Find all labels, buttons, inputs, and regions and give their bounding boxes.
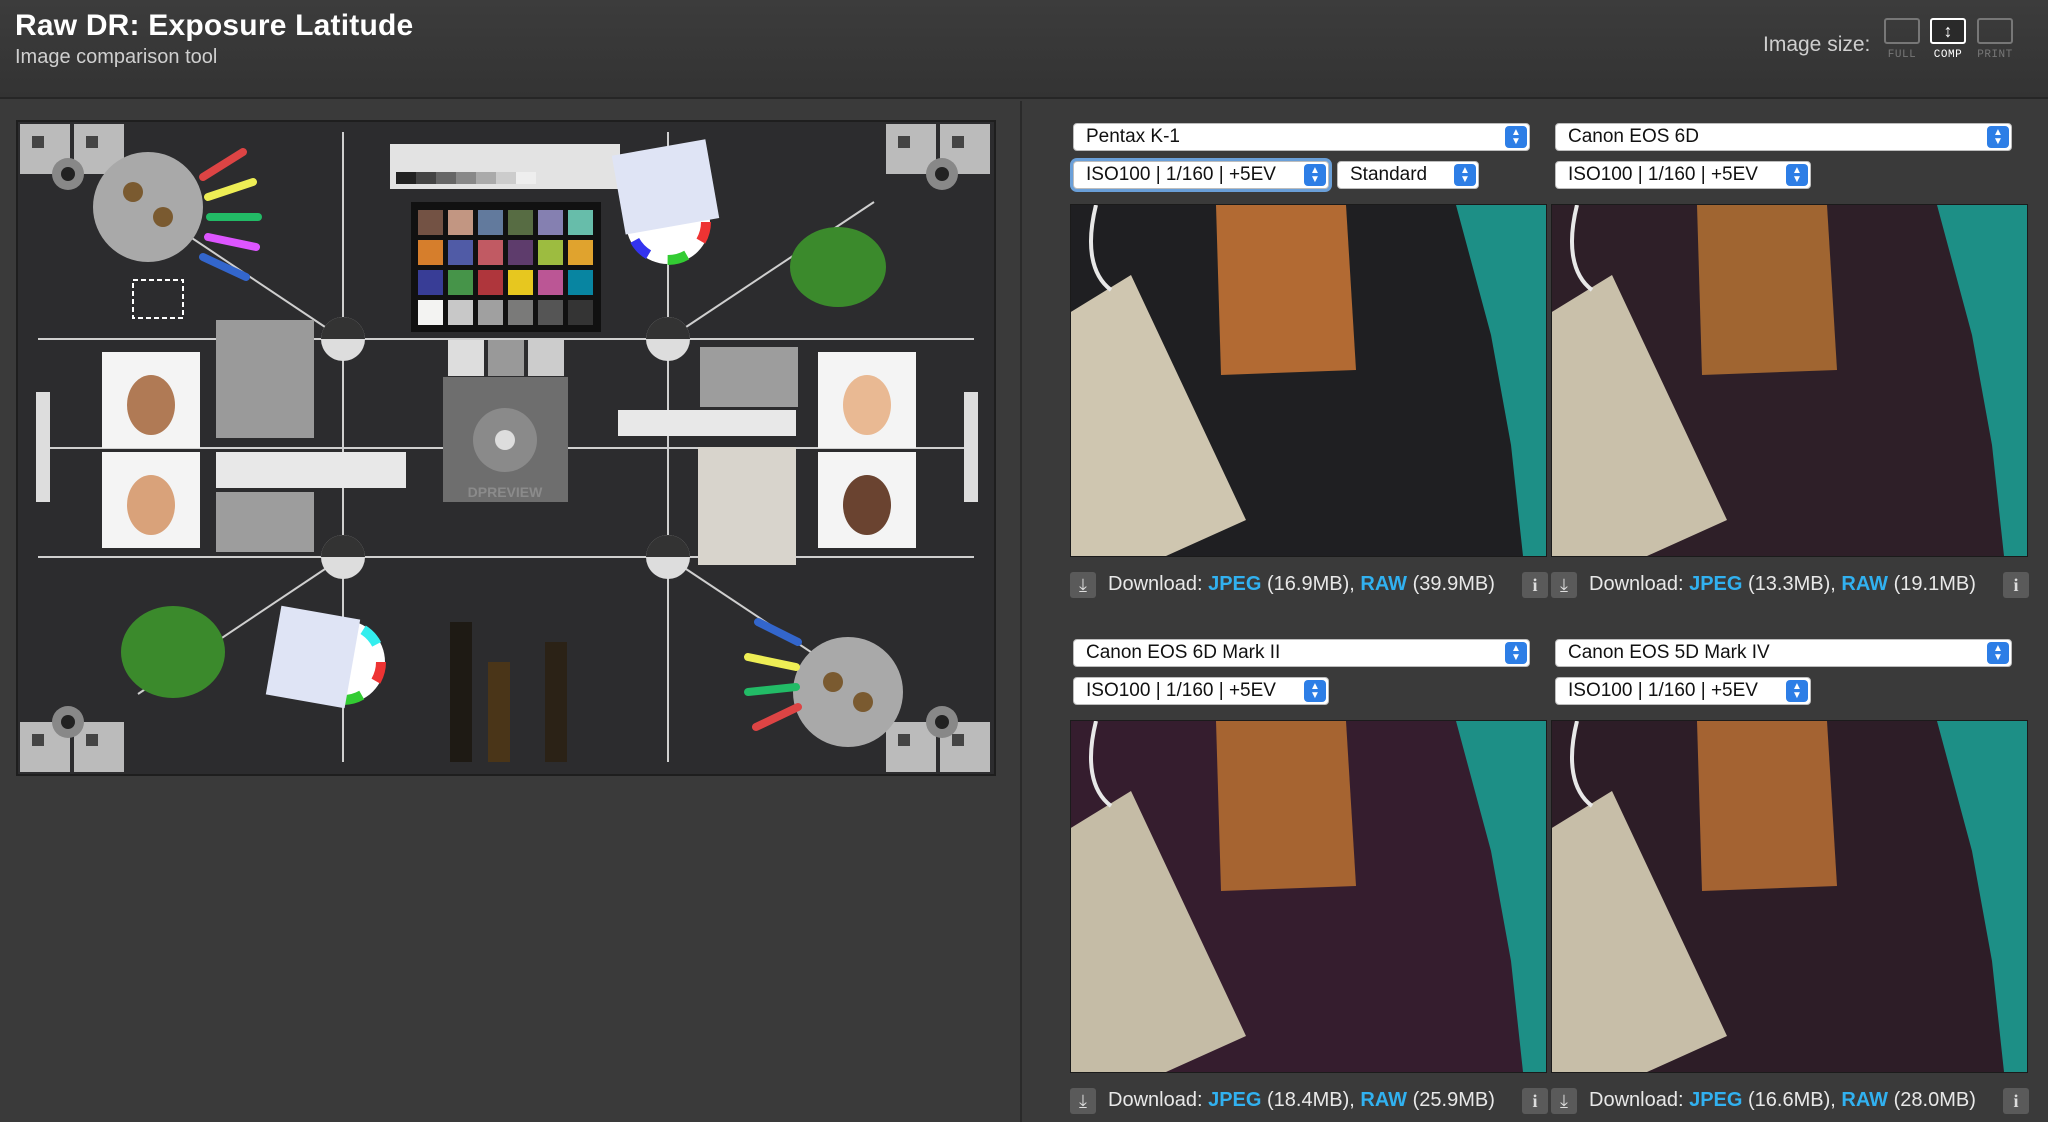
test-scene-overview[interactable]: DPREVIEW bbox=[16, 120, 996, 776]
crop-brush-image-2 bbox=[1552, 205, 2027, 556]
info-icon[interactable]: i bbox=[2003, 572, 2029, 598]
info-icon[interactable]: i bbox=[1522, 572, 1548, 598]
download-icon[interactable]: ⤓ bbox=[1070, 572, 1096, 598]
comparison-cell-3: Canon EOS 6D Mark II ▲ ▼ ISO100 | 1/160 |… bbox=[1045, 639, 1548, 1119]
comparison-cell-4: Canon EOS 5D Mark IV ▲ ▼ ISO100 | 1/160 |… bbox=[1548, 639, 2032, 1119]
camera-select-2[interactable]: Canon EOS 6D ▲ ▼ bbox=[1555, 123, 2012, 151]
setting-select-3-value: ISO100 | 1/160 | +5EV bbox=[1086, 680, 1276, 701]
profile-select-1-value: Standard bbox=[1350, 164, 1428, 185]
chevron-updown-icon: ▲ ▼ bbox=[1304, 680, 1326, 702]
jpeg-size-4: (16.6MB), bbox=[1748, 1089, 1836, 1111]
chevron-updown-icon: ▲ ▼ bbox=[1505, 642, 1527, 664]
download-row-4: ⤓ Download: JPEG (16.6MB), RAW (28.0MB) … bbox=[1551, 1087, 2035, 1115]
image-size-comp-button[interactable]: ↕ COMP bbox=[1928, 16, 1968, 64]
setting-select-4-value: ISO100 | 1/160 | +5EV bbox=[1568, 680, 1758, 701]
setting-select-2[interactable]: ISO100 | 1/160 | +5EV ▲ ▼ bbox=[1555, 161, 1811, 189]
image-size-print-label: PRINT bbox=[1977, 49, 2013, 61]
raw-size-4: (28.0MB) bbox=[1893, 1089, 1976, 1111]
image-size-print-button[interactable]: PRINT bbox=[1975, 16, 2015, 64]
overview-panel: DPREVIEW bbox=[0, 101, 1020, 1122]
download-icon[interactable]: ⤓ bbox=[1551, 1088, 1577, 1114]
download-text-2: Download: JPEG (13.3MB), RAW (19.1MB) bbox=[1589, 573, 1976, 595]
jpeg-size-2: (13.3MB), bbox=[1748, 573, 1836, 595]
image-size-label: Image size: bbox=[1763, 33, 1871, 56]
chevron-updown-icon: ▲ ▼ bbox=[1454, 164, 1476, 186]
page-title: Raw DR: Exposure Latitude bbox=[15, 9, 414, 42]
raw-size-3: (25.9MB) bbox=[1412, 1089, 1495, 1111]
crop-image-4[interactable] bbox=[1551, 720, 2028, 1073]
print-frame-icon bbox=[1977, 18, 2013, 44]
crop-image-3[interactable] bbox=[1070, 720, 1547, 1073]
jpeg-size-3: (18.4MB), bbox=[1267, 1089, 1355, 1111]
chevron-updown-icon: ▲ ▼ bbox=[1505, 126, 1527, 148]
image-size-full-button[interactable]: FULL bbox=[1882, 16, 1922, 64]
jpeg-size-1: (16.9MB), bbox=[1267, 573, 1355, 595]
camera-select-4[interactable]: Canon EOS 5D Mark IV ▲ ▼ bbox=[1555, 639, 2012, 667]
crop-brush-image-4 bbox=[1552, 721, 2027, 1072]
comparison-cell-2: Canon EOS 6D ▲ ▼ ISO100 | 1/160 | +5EV ▲ ▼… bbox=[1548, 123, 2032, 603]
setting-select-4[interactable]: ISO100 | 1/160 | +5EV ▲ ▼ bbox=[1555, 677, 1811, 705]
image-size-full-label: FULL bbox=[1887, 49, 1917, 61]
raw-download-link-4[interactable]: RAW bbox=[1841, 1089, 1888, 1111]
chevron-updown-icon: ▲ ▼ bbox=[1786, 164, 1808, 186]
camera-select-4-value: Canon EOS 5D Mark IV bbox=[1568, 642, 1770, 663]
raw-download-link-3[interactable]: RAW bbox=[1360, 1089, 1407, 1111]
chevron-updown-icon: ▲ ▼ bbox=[1987, 642, 2009, 664]
test-scene-image: DPREVIEW bbox=[18, 122, 994, 774]
download-icon[interactable]: ⤓ bbox=[1070, 1088, 1096, 1114]
raw-download-link-1[interactable]: RAW bbox=[1360, 573, 1407, 595]
camera-select-3-value: Canon EOS 6D Mark II bbox=[1086, 642, 1281, 663]
camera-select-1[interactable]: Pentax K-1 ▲ ▼ bbox=[1073, 123, 1530, 151]
raw-size-1: (39.9MB) bbox=[1412, 573, 1495, 595]
profile-select-1[interactable]: Standard ▲ ▼ bbox=[1337, 161, 1479, 189]
header: Raw DR: Exposure Latitude Image comparis… bbox=[0, 0, 2048, 99]
camera-select-1-value: Pentax K-1 bbox=[1086, 126, 1180, 147]
jpeg-download-link-3[interactable]: JPEG bbox=[1208, 1089, 1261, 1111]
download-row-2: ⤓ Download: JPEG (13.3MB), RAW (19.1MB) … bbox=[1551, 571, 2035, 599]
camera-select-2-value: Canon EOS 6D bbox=[1568, 126, 1699, 147]
setting-select-3[interactable]: ISO100 | 1/160 | +5EV ▲ ▼ bbox=[1073, 677, 1329, 705]
comparison-cell-1: Pentax K-1 ▲ ▼ ISO100 | 1/160 | +5EV ▲ ▼ S… bbox=[1045, 123, 1548, 603]
download-text-3: Download: JPEG (18.4MB), RAW (25.9MB) bbox=[1108, 1089, 1495, 1111]
crop-brush-image-3 bbox=[1071, 721, 1546, 1072]
info-icon[interactable]: i bbox=[2003, 1088, 2029, 1114]
setting-select-2-value: ISO100 | 1/160 | +5EV bbox=[1568, 164, 1758, 185]
chevron-updown-icon: ▲ ▼ bbox=[1786, 680, 1808, 702]
info-icon[interactable]: i bbox=[1522, 1088, 1548, 1114]
overview-chart-text: DPREVIEW bbox=[468, 484, 543, 500]
chevron-updown-icon: ▲ ▼ bbox=[1987, 126, 2009, 148]
jpeg-download-link-1[interactable]: JPEG bbox=[1208, 573, 1261, 595]
download-text-1: Download: JPEG (16.9MB), RAW (39.9MB) bbox=[1108, 573, 1495, 595]
comparison-panel: Pentax K-1 ▲ ▼ ISO100 | 1/160 | +5EV ▲ ▼ S… bbox=[1022, 101, 2048, 1122]
setting-select-1-value: ISO100 | 1/160 | +5EV bbox=[1086, 164, 1276, 185]
jpeg-download-link-2[interactable]: JPEG bbox=[1689, 573, 1742, 595]
comp-frame-icon: ↕ bbox=[1930, 18, 1966, 44]
raw-size-2: (19.1MB) bbox=[1893, 573, 1976, 595]
crop-image-1[interactable] bbox=[1070, 204, 1547, 557]
setting-select-1[interactable]: ISO100 | 1/160 | +5EV ▲ ▼ bbox=[1073, 161, 1329, 189]
download-row-3: ⤓ Download: JPEG (18.4MB), RAW (25.9MB) … bbox=[1070, 1087, 1554, 1115]
image-size-comp-label: COMP bbox=[1933, 49, 1963, 61]
raw-download-link-2[interactable]: RAW bbox=[1841, 573, 1888, 595]
jpeg-download-link-4[interactable]: JPEG bbox=[1689, 1089, 1742, 1111]
crop-brush-image-1 bbox=[1071, 205, 1546, 556]
resize-arrows-icon: ↕ bbox=[1943, 21, 1953, 41]
crop-image-2[interactable] bbox=[1551, 204, 2028, 557]
chevron-updown-icon: ▲ ▼ bbox=[1304, 164, 1326, 186]
page-subtitle: Image comparison tool bbox=[15, 46, 218, 68]
full-frame-icon bbox=[1884, 18, 1920, 44]
download-text-4: Download: JPEG (16.6MB), RAW (28.0MB) bbox=[1589, 1089, 1976, 1111]
camera-select-3[interactable]: Canon EOS 6D Mark II ▲ ▼ bbox=[1073, 639, 1530, 667]
download-row-1: ⤓ Download: JPEG (16.9MB), RAW (39.9MB) … bbox=[1070, 571, 1554, 599]
download-icon[interactable]: ⤓ bbox=[1551, 572, 1577, 598]
